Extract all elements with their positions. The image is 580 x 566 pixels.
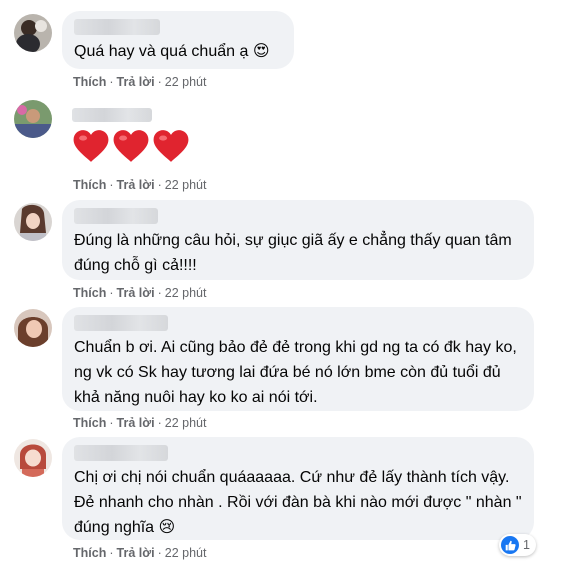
smiling-face-with-heart-eyes-icon: 😍	[252, 43, 270, 60]
comment-actions: Thích · Trả lời · 22 phút	[73, 546, 207, 560]
reply-link[interactable]: Trả lời	[117, 75, 155, 89]
comment-text: Đúng là những câu hỏi, sự giục giã ấy e …	[74, 232, 512, 274]
author-name[interactable]	[74, 19, 160, 35]
heart-icon	[153, 130, 189, 162]
comment-actions: Thích · Trả lời · 22 phút	[73, 178, 207, 192]
avatar[interactable]	[14, 439, 52, 477]
like-link[interactable]: Thích	[73, 546, 106, 560]
comment-actions: Thích · Trả lời · 22 phút	[73, 286, 207, 300]
comment-bubble: Chuẩn b ơi. Ai cũng bảo đẻ đẻ trong khi …	[62, 307, 534, 411]
avatar[interactable]	[14, 100, 52, 138]
reply-link[interactable]: Trả lời	[117, 546, 155, 560]
reply-link[interactable]: Trả lời	[117, 416, 155, 430]
author-name[interactable]	[72, 108, 152, 122]
hearts-row	[72, 128, 190, 164]
reply-link[interactable]: Trả lời	[117, 178, 155, 192]
author-name[interactable]	[74, 315, 168, 331]
timestamp[interactable]: 22 phút	[165, 75, 207, 89]
crying-face-icon: 😢	[158, 519, 176, 536]
author-name[interactable]	[74, 208, 158, 224]
comment-bubble: Chị ơi chị nói chuẩn quáaaaaa. Cứ như đẻ…	[62, 437, 534, 540]
timestamp[interactable]: 22 phút	[165, 178, 207, 192]
author-name[interactable]	[74, 445, 168, 461]
avatar[interactable]	[14, 14, 52, 52]
like-link[interactable]: Thích	[73, 416, 106, 430]
timestamp[interactable]: 22 phút	[165, 546, 207, 560]
comment-actions: Thích · Trả lời · 22 phút	[73, 416, 207, 430]
comment-bubble: Quá hay và quá chuẩn ạ 😍	[62, 11, 294, 69]
reaction-count: 1	[523, 538, 530, 552]
comment-text: Chị ơi chị nói chuẩn quáaaaaa. Cứ như đẻ…	[74, 469, 522, 536]
timestamp[interactable]: 22 phút	[165, 416, 207, 430]
reaction-badge[interactable]: 1	[499, 534, 536, 556]
avatar[interactable]	[14, 203, 52, 241]
like-link[interactable]: Thích	[73, 178, 106, 192]
like-link[interactable]: Thích	[73, 286, 106, 300]
heart-icon	[73, 130, 109, 162]
comment-text: Chuẩn b ơi. Ai cũng bảo đẻ đẻ trong khi …	[74, 339, 517, 406]
heart-icon	[113, 130, 149, 162]
comment-bubble: Đúng là những câu hỏi, sự giục giã ấy e …	[62, 200, 534, 280]
timestamp[interactable]: 22 phút	[165, 286, 207, 300]
comment-text: Quá hay và quá chuẩn ạ 😍	[74, 43, 270, 60]
avatar[interactable]	[14, 309, 52, 347]
like-link[interactable]: Thích	[73, 75, 106, 89]
reply-link[interactable]: Trả lời	[117, 286, 155, 300]
comment-actions: Thích · Trả lời · 22 phút	[73, 75, 207, 89]
like-icon	[501, 536, 520, 554]
